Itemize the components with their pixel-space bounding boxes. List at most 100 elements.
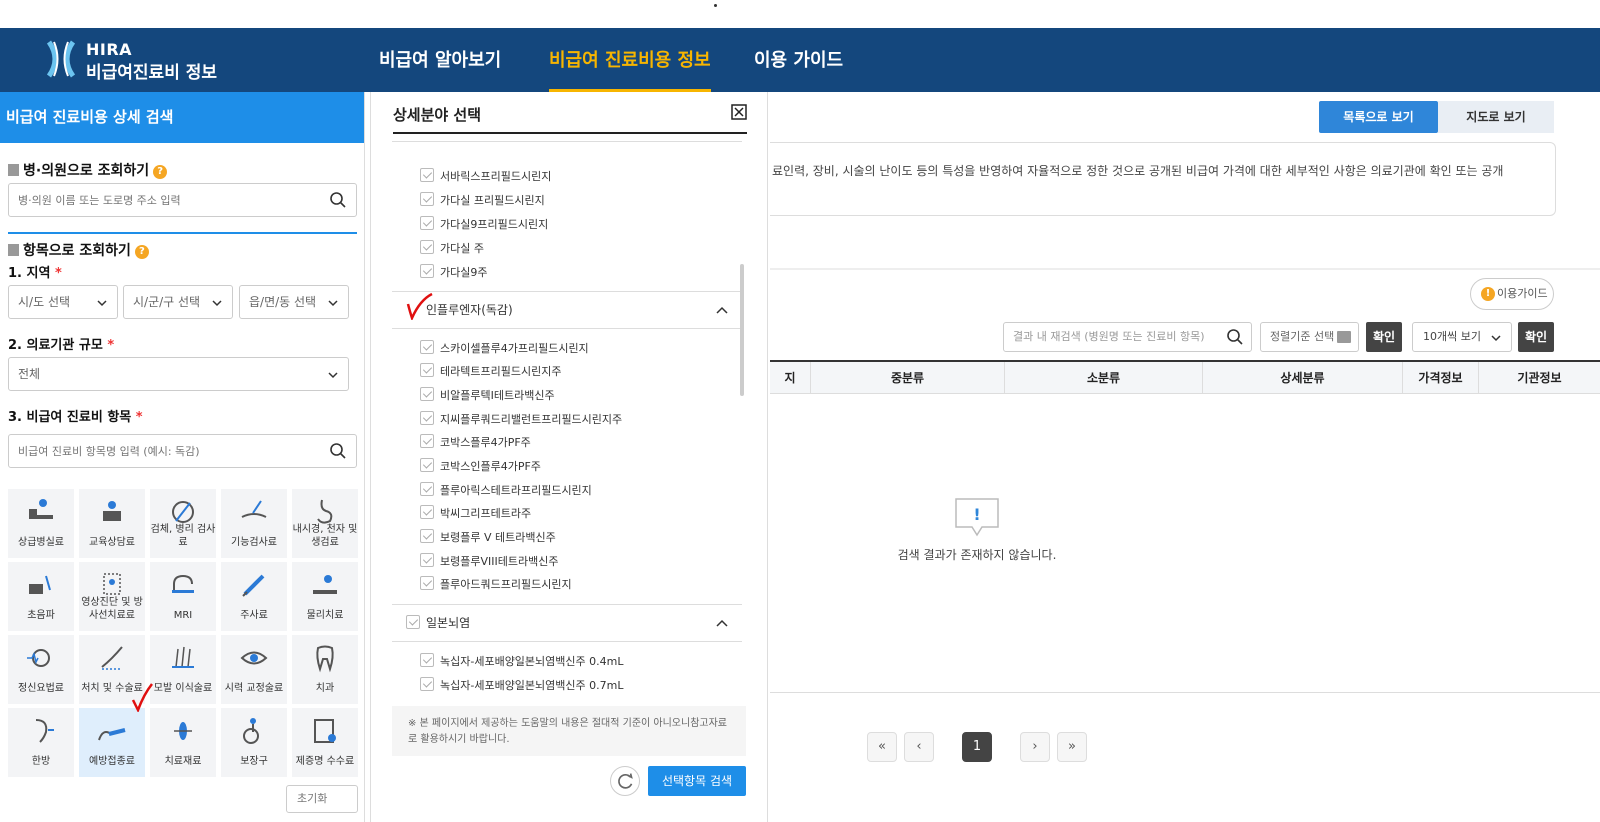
item-search-field[interactable]	[8, 434, 357, 468]
checkbox[interactable]	[420, 340, 434, 354]
nav-learn-noncovered[interactable]: 비급여 알아보기	[379, 28, 501, 92]
vaccine-option[interactable]: 플루아드쿼드프리필드시린지	[420, 576, 572, 596]
page-number-button[interactable]: 1	[962, 732, 992, 762]
vaccine-option[interactable]: 가다실9프리필드시린지	[420, 216, 548, 236]
category-ultrasound[interactable]: 초음파	[8, 562, 74, 631]
info-icon: !	[1481, 287, 1495, 301]
sort-confirm-button[interactable]: 확인	[1366, 322, 1402, 352]
prev-page-button[interactable]: ‹	[904, 732, 934, 762]
hospital-search-input[interactable]	[9, 184, 309, 216]
category-lab-test[interactable]: 검체, 병리 검사료	[150, 489, 216, 558]
checkbox[interactable]	[420, 576, 434, 590]
checkbox[interactable]	[420, 505, 434, 519]
modal-scrollbar[interactable]	[740, 264, 744, 396]
category-vaccination[interactable]: 예방접종료	[79, 708, 145, 777]
vaccine-option[interactable]: 지씨플루쿼드리밸런트프리필드시린지주	[420, 411, 622, 431]
vaccine-option[interactable]: 비알플루텍I테트라백신주	[420, 387, 555, 407]
vaccine-option[interactable]: 보령플루VIII테트라백신주	[420, 553, 558, 573]
category-materials[interactable]: 치료재료	[150, 708, 216, 777]
eupmyeon-select[interactable]: 읍/면/동 선택	[239, 285, 349, 319]
checkbox[interactable]	[420, 363, 434, 377]
nav-cost-info[interactable]: 비급여 진료비용 정보	[549, 28, 711, 92]
help-icon[interactable]: ?	[134, 245, 149, 259]
category-korean-medicine[interactable]: 한방	[8, 708, 74, 777]
refresh-icon[interactable]	[610, 766, 640, 796]
item-search-input[interactable]	[9, 435, 309, 467]
result-search-field[interactable]: 결과 내 재검색 (병원명 또는 진료비 항목)	[1003, 322, 1252, 352]
vaccine-option[interactable]: 코박스플루4가PF주	[420, 434, 531, 454]
checkbox[interactable]	[420, 240, 434, 254]
category-assistive[interactable]: 보장구	[221, 708, 287, 777]
first-page-button[interactable]: «	[867, 732, 897, 762]
vaccine-icon	[98, 728, 126, 741]
syringe-icon	[242, 574, 265, 597]
vaccine-option[interactable]: 가다실9주	[420, 264, 487, 284]
checkbox[interactable]	[420, 482, 434, 496]
search-selected-button[interactable]: 선택항목 검색	[648, 766, 746, 796]
checkbox[interactable]	[420, 553, 434, 567]
site-logo[interactable]: HIRA 비급여진료비 정보	[46, 38, 226, 83]
nav-usage-guide[interactable]: 이용 가이드	[754, 28, 843, 92]
vaccine-option[interactable]: 스카이셀플루4가프리필드시린지	[420, 340, 589, 360]
search-icon[interactable]	[330, 192, 346, 208]
checkbox[interactable]	[420, 529, 434, 543]
help-icon[interactable]: ?	[153, 165, 168, 179]
category-physio[interactable]: 물리치료	[292, 562, 358, 631]
category-mri[interactable]: MRI	[150, 562, 216, 631]
next-page-button[interactable]: ›	[1020, 732, 1050, 762]
vaccine-option[interactable]: 코박스인플루4가PF주	[420, 458, 541, 478]
list-icon	[1337, 331, 1351, 343]
map-view-button[interactable]: 지도로 보기	[1438, 101, 1554, 133]
checkbox[interactable]	[406, 615, 420, 629]
per-page-select[interactable]: 10개씩 보기	[1412, 322, 1512, 352]
category-ward[interactable]: 상급병실료	[8, 489, 74, 558]
checkbox[interactable]	[420, 653, 434, 667]
per-page-confirm-button[interactable]: 확인	[1518, 322, 1554, 352]
usage-guide-button[interactable]: ! 이용가이드	[1470, 278, 1554, 310]
category-endoscopy[interactable]: 내시경, 천자 및 생검료	[292, 489, 358, 558]
category-injection[interactable]: 주사료	[221, 562, 287, 631]
category-certificate[interactable]: 제증명 수수료	[292, 708, 358, 777]
category-psychotherapy[interactable]: 정신요법료	[8, 635, 74, 704]
alert-icon: !	[955, 498, 999, 537]
vaccine-option[interactable]: 녹십자-세포배양일본뇌염백신주 0.7mL	[420, 677, 623, 697]
checkbox[interactable]	[420, 411, 434, 425]
last-page-button[interactable]: »	[1057, 732, 1087, 762]
list-view-button[interactable]: 목록으로 보기	[1319, 101, 1438, 133]
vaccine-option[interactable]: 녹십자-세포배양일본뇌염백신주 0.4mL	[420, 653, 623, 673]
sigungu-select[interactable]: 시/군/구 선택	[123, 285, 233, 319]
search-icon[interactable]	[330, 443, 346, 459]
category-counseling[interactable]: 교육상담료	[79, 489, 145, 558]
sort-select[interactable]: 정렬기준 선택	[1260, 322, 1359, 352]
sido-select[interactable]: 시/도 선택	[8, 285, 118, 319]
search-icon[interactable]	[1227, 329, 1243, 345]
chevron-up-icon[interactable]	[716, 618, 728, 628]
close-icon[interactable]	[731, 104, 747, 120]
category-hair-transplant[interactable]: 모발 이식술료	[150, 635, 216, 704]
category-dental[interactable]: 치과	[292, 635, 358, 704]
chevron-up-icon[interactable]	[716, 305, 728, 315]
reset-button[interactable]: 초기화	[286, 785, 358, 813]
vaccine-option[interactable]: 박씨그리프테트라주	[420, 505, 531, 525]
category-vision[interactable]: 시력 교정술료	[221, 635, 287, 704]
hospital-search-field[interactable]	[8, 183, 357, 217]
checkbox[interactable]	[420, 264, 434, 278]
checkbox[interactable]	[420, 216, 434, 230]
checkbox[interactable]	[420, 168, 434, 182]
checkbox[interactable]	[420, 458, 434, 472]
checkbox[interactable]	[420, 434, 434, 448]
group-influenza[interactable]: 인플루엔자(독감)	[392, 291, 742, 329]
vaccine-option[interactable]: 가다실 주	[420, 240, 484, 260]
checkbox[interactable]	[420, 677, 434, 691]
checkbox[interactable]	[420, 387, 434, 401]
category-imaging[interactable]: 영상진단 및 방사선치료료	[79, 562, 145, 631]
vaccine-option[interactable]: 보령플루 V 테트라백신주	[420, 529, 556, 549]
category-function-test[interactable]: 기능검사료	[221, 489, 287, 558]
vaccine-option[interactable]: 가다실 프리필드시린지	[420, 192, 545, 212]
vaccine-option[interactable]: 플루아릭스테트라프리필드시린지	[420, 482, 592, 502]
vaccine-option[interactable]: 테라텍트프리필드시린지주	[420, 363, 561, 383]
checkbox[interactable]	[420, 192, 434, 206]
scale-select[interactable]: 전체	[8, 357, 349, 391]
group-japanese-encephalitis[interactable]: 일본뇌염	[392, 604, 742, 642]
vaccine-option[interactable]: 서바릭스프리필드시린지	[420, 168, 551, 188]
